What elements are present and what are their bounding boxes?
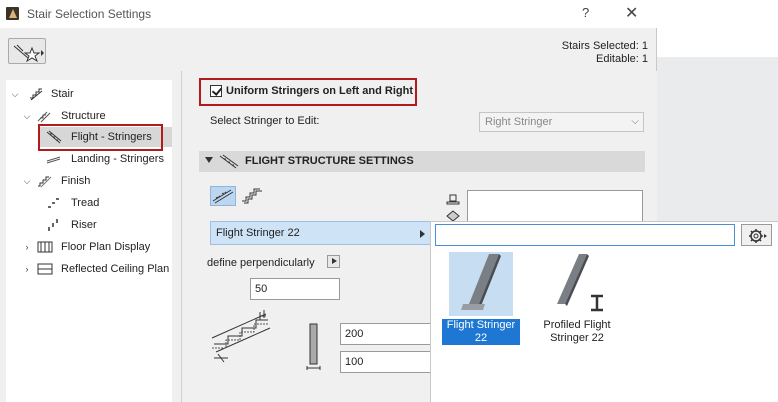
chevron-down-icon[interactable]: ⌵ bbox=[10, 84, 20, 104]
tree-label-landing-stringers: Landing - Stringers bbox=[71, 153, 164, 165]
stringer-type-selector[interactable]: Flight Stringer 22 bbox=[210, 221, 432, 245]
offset-field[interactable]: 50 bbox=[250, 278, 340, 300]
tree-item-reflected-ceiling-plan[interactable]: › Reflected Ceiling Plan bbox=[6, 259, 172, 279]
define-perpendicularly-label: define perpendicularly bbox=[207, 257, 315, 269]
tree-label-riser: Riser bbox=[71, 219, 97, 231]
library-item-label-line2: 22 bbox=[474, 332, 488, 344]
window-title: Stair Selection Settings bbox=[27, 7, 152, 21]
editable-count: Editable: 1 bbox=[596, 53, 648, 65]
stairs-selected-count: Stairs Selected: 1 bbox=[561, 40, 648, 52]
stepped-stringer-mode-button[interactable] bbox=[240, 186, 266, 206]
flight-stringer-thumbnail-icon bbox=[461, 254, 501, 310]
help-button[interactable]: ? bbox=[582, 5, 589, 20]
define-perpendicularly-toggle[interactable] bbox=[327, 255, 340, 268]
app-icon bbox=[6, 7, 19, 20]
profiled-flight-stringer-thumbnail-icon bbox=[557, 254, 603, 312]
tree-item-riser[interactable]: Riser bbox=[38, 215, 172, 235]
library-item-label-line1: Profiled Flight bbox=[543, 319, 611, 331]
tree-item-stair[interactable]: ⌵ Stair bbox=[6, 84, 172, 104]
section-title: FLIGHT STRUCTURE SETTINGS bbox=[245, 155, 414, 167]
finish-icon bbox=[38, 176, 52, 188]
structure-icon bbox=[37, 111, 51, 123]
tread-icon bbox=[48, 198, 59, 208]
tree-label-floor-plan-display: Floor Plan Display bbox=[61, 241, 151, 253]
highlight-flight-stringers bbox=[38, 124, 163, 151]
tree-label-structure: Structure bbox=[61, 110, 106, 122]
stringer-select[interactable]: Right Stringer ⌵ bbox=[479, 112, 644, 132]
stringer-width-field[interactable]: 100 bbox=[340, 351, 432, 373]
favorites-button[interactable] bbox=[8, 38, 46, 64]
tree-label-stair: Stair bbox=[51, 88, 74, 100]
tree-item-structure[interactable]: ⌵ Structure bbox=[6, 106, 172, 126]
stringer-search-input[interactable] bbox=[435, 224, 735, 246]
library-item-flight-stringer-22[interactable] bbox=[449, 252, 513, 316]
floor-plan-icon bbox=[37, 241, 53, 253]
chevron-down-icon: ⌵ bbox=[631, 116, 639, 127]
tree-label-reflected-ceiling-plan: Reflected Ceiling Plan bbox=[61, 263, 170, 275]
tree-label-finish: Finish bbox=[61, 175, 91, 187]
tree-item-landing-stringers[interactable]: Landing - Stringers bbox=[38, 149, 172, 169]
riser-icon bbox=[48, 219, 58, 231]
uniform-stringers-checkbox[interactable] bbox=[210, 85, 222, 97]
stringer-height-field[interactable]: 200 bbox=[340, 323, 432, 345]
chevron-right-icon[interactable]: › bbox=[22, 259, 32, 279]
library-item-label-line2: Stringer 22 bbox=[550, 332, 604, 344]
chevron-right-icon[interactable]: › bbox=[22, 237, 32, 257]
stringer-profile-icon bbox=[306, 323, 321, 370]
collapse-triangle-icon[interactable] bbox=[205, 157, 213, 163]
tree-item-floor-plan-display[interactable]: › Floor Plan Display bbox=[6, 237, 172, 257]
stringer-section-diagram-icon bbox=[211, 310, 271, 363]
library-item-label-line1: Flight Stringer bbox=[446, 319, 516, 331]
straight-stringer-icon bbox=[212, 189, 234, 204]
stamp-icon bbox=[446, 194, 460, 205]
favorites-star-icon bbox=[13, 44, 44, 62]
stair-icon bbox=[30, 88, 43, 101]
stringer-type-name: Flight Stringer 22 bbox=[216, 227, 300, 239]
stepped-stringer-icon bbox=[242, 188, 262, 204]
title-bar: Stair Selection Settings ? ✕ bbox=[0, 0, 657, 28]
popup-settings-button[interactable] bbox=[741, 224, 772, 246]
gear-icon bbox=[749, 229, 767, 243]
tree-item-tread[interactable]: Tread bbox=[38, 193, 172, 213]
profile-preview bbox=[467, 190, 643, 222]
tree-item-finish[interactable]: ⌵ Finish bbox=[6, 171, 172, 191]
library-item-profiled-flight-stringer-22[interactable] bbox=[545, 252, 609, 316]
triangle-right-icon bbox=[420, 230, 425, 238]
select-stringer-label: Select Stringer to Edit: bbox=[210, 115, 320, 127]
flight-structure-section-header[interactable]: FLIGHT STRUCTURE SETTINGS bbox=[199, 151, 645, 172]
ceiling-plan-icon bbox=[37, 263, 53, 275]
tree-label-tread: Tread bbox=[71, 197, 100, 209]
landing-stringer-icon bbox=[46, 156, 61, 164]
close-button[interactable]: ✕ bbox=[625, 3, 638, 23]
library-item-label-flight-stringer-22[interactable]: Flight Stringer 22 bbox=[442, 319, 520, 345]
selection-info: Stairs Selected: 1 Editable: 1 bbox=[562, 40, 648, 66]
library-item-label-profiled-flight-stringer-22[interactable]: Profiled Flight Stringer 22 bbox=[535, 319, 619, 345]
uniform-stringers-label: Uniform Stringers on Left and Right bbox=[226, 85, 413, 97]
stringer-select-value: Right Stringer bbox=[485, 116, 553, 128]
chevron-down-icon[interactable]: ⌵ bbox=[22, 171, 32, 191]
chevron-down-icon[interactable]: ⌵ bbox=[22, 106, 32, 126]
straight-stringer-mode-button[interactable] bbox=[210, 186, 236, 206]
flight-stringer-icon bbox=[219, 154, 239, 169]
